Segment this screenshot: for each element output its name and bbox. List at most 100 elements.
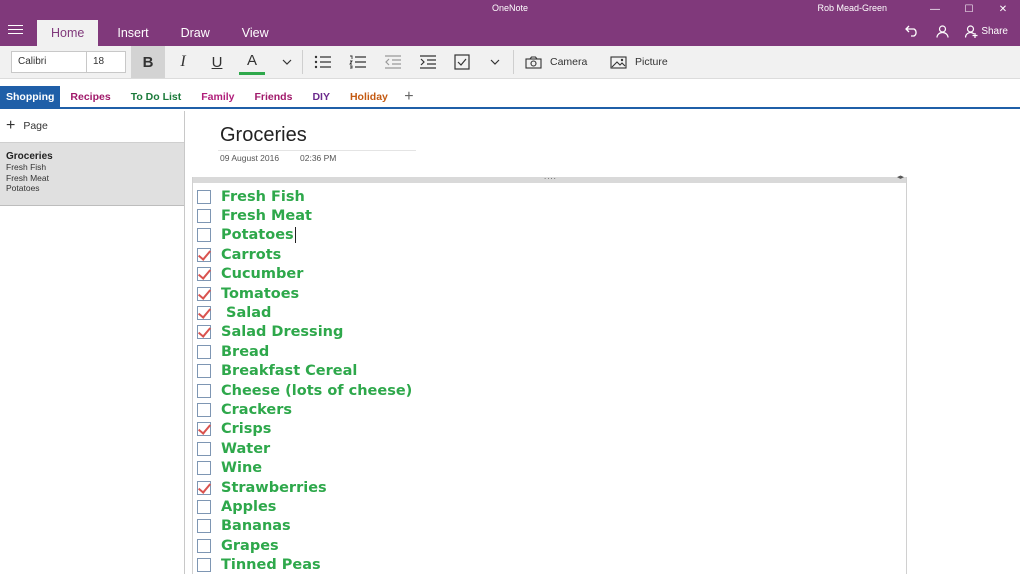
todo-item[interactable]: Potatoes (197, 226, 296, 245)
todo-item[interactable]: Cheese (lots of cheese) (197, 381, 412, 400)
todo-item[interactable]: Strawberries (197, 478, 327, 497)
checked-checkbox-icon[interactable] (197, 286, 211, 301)
text-format-dropdown[interactable] (276, 46, 298, 78)
todo-item[interactable]: Wine (197, 459, 262, 478)
tags-dropdown[interactable] (484, 46, 506, 78)
todo-item[interactable]: Salad (197, 303, 271, 322)
checked-checkbox-icon[interactable] (197, 247, 211, 262)
todo-item-text[interactable]: Breakfast Cereal (221, 363, 357, 379)
todo-item[interactable]: Crisps (197, 420, 271, 439)
camera-button[interactable]: Camera (525, 46, 587, 78)
todo-item[interactable]: Fresh Meat (197, 206, 312, 225)
bullet-list-button[interactable] (310, 46, 336, 78)
todo-item-text[interactable]: Bananas (221, 518, 291, 534)
checkbox-icon[interactable] (197, 344, 211, 359)
todo-item-text[interactable]: Fresh Fish (221, 189, 305, 205)
checked-checkbox-icon[interactable] (197, 480, 211, 495)
close-button[interactable]: ✕ (986, 0, 1020, 18)
todo-item[interactable]: Tomatoes (197, 284, 299, 303)
todo-item-text[interactable]: Bread (221, 344, 269, 360)
todo-item[interactable]: Salad Dressing (197, 323, 343, 342)
todo-item-text[interactable]: Salad Dressing (221, 324, 343, 340)
todo-item-text[interactable]: Wine (221, 460, 262, 476)
increase-indent-button[interactable] (415, 46, 441, 78)
todo-item-text[interactable]: Water (221, 441, 270, 457)
section-tab-recipes[interactable]: Recipes (60, 86, 120, 109)
todo-item-text[interactable]: Crackers (221, 402, 292, 418)
todo-item[interactable]: Water (197, 439, 270, 458)
checkbox-icon[interactable] (197, 364, 211, 379)
checkbox-icon[interactable] (197, 441, 211, 456)
todo-item[interactable]: Breakfast Cereal (197, 362, 357, 381)
todo-item[interactable]: Apples (197, 497, 276, 516)
tab-draw[interactable]: Draw (168, 20, 223, 46)
checkbox-icon[interactable] (197, 461, 211, 476)
todo-item-text[interactable]: Cheese (lots of cheese) (221, 383, 412, 399)
tab-home[interactable]: Home (37, 20, 99, 46)
font-size-field[interactable]: 18 (86, 51, 126, 73)
todo-item[interactable]: Cucumber (197, 265, 303, 284)
checked-checkbox-icon[interactable] (197, 422, 211, 437)
undo-icon[interactable] (905, 24, 919, 38)
section-tab-shopping[interactable]: Shopping (0, 86, 61, 109)
tab-insert[interactable]: Insert (104, 20, 161, 46)
person-icon[interactable] (935, 24, 949, 38)
todo-item-text[interactable]: Salad (221, 305, 271, 321)
bold-button[interactable]: B (131, 46, 165, 78)
underline-button[interactable]: U (204, 46, 230, 78)
todo-item-text[interactable]: Carrots (221, 247, 281, 263)
add-page-button[interactable]: + Page (6, 118, 48, 134)
section-tab-holiday[interactable]: Holiday (340, 86, 398, 109)
add-section-button[interactable]: + (398, 86, 420, 109)
note-container-handle[interactable]: .... ◂▸ (193, 172, 906, 183)
todo-item[interactable]: Bread (197, 342, 269, 361)
todo-item[interactable]: Crackers (197, 400, 292, 419)
checkbox-icon[interactable] (197, 209, 211, 224)
minimize-button[interactable]: — (918, 0, 952, 18)
checked-checkbox-icon[interactable] (197, 325, 211, 340)
todo-item-text[interactable]: Crisps (221, 421, 271, 437)
checkbox-icon[interactable] (197, 403, 211, 418)
checkbox-icon[interactable] (197, 538, 211, 553)
tab-view[interactable]: View (229, 20, 282, 46)
todo-item-text[interactable]: Tomatoes (221, 286, 299, 302)
picture-button[interactable]: Picture (610, 46, 668, 78)
page-title[interactable]: Groceries (220, 124, 307, 147)
todo-item[interactable]: Grapes (197, 536, 279, 555)
hamburger-menu-icon[interactable] (8, 25, 23, 36)
todo-item[interactable]: Fresh Fish (197, 187, 305, 206)
italic-button[interactable]: I (170, 46, 196, 78)
maximize-button[interactable]: ☐ (952, 0, 986, 18)
todo-item-text[interactable]: Fresh Meat (221, 208, 312, 224)
checkbox-icon[interactable] (197, 558, 211, 573)
resize-handle-icon[interactable]: ◂▸ (897, 173, 904, 181)
todo-item[interactable]: Bananas (197, 517, 291, 536)
section-tab-diy[interactable]: DIY (302, 86, 340, 109)
todo-item[interactable]: Carrots (197, 245, 281, 264)
checkbox-icon[interactable] (197, 189, 211, 204)
checkbox-icon[interactable] (197, 500, 211, 515)
todo-item-text[interactable]: Strawberries (221, 480, 327, 496)
todo-item[interactable]: Tinned Peas (197, 556, 321, 574)
font-color-button[interactable]: A (239, 49, 265, 75)
font-name-field[interactable]: Calibri (11, 51, 87, 73)
checkbox-icon[interactable] (197, 228, 211, 243)
note-container[interactable]: .... ◂▸ Fresh Fish Fresh Meat Potatoes Carr… (192, 172, 907, 574)
decrease-indent-button[interactable] (380, 46, 406, 78)
user-name[interactable]: Rob Mead-Green (817, 3, 887, 13)
section-tab-family[interactable]: Family (191, 86, 244, 109)
numbered-list-button[interactable] (345, 46, 371, 78)
todo-item-text[interactable]: Tinned Peas (221, 557, 321, 573)
page-list-item-groceries[interactable]: Groceries Fresh Fish Fresh Meat Potatoes (0, 142, 184, 206)
todo-item-text[interactable]: Apples (221, 499, 276, 515)
todo-item-text[interactable]: Grapes (221, 538, 279, 554)
todo-item-text[interactable]: Potatoes (221, 227, 294, 243)
todo-tag-button[interactable] (450, 46, 474, 78)
section-tab-to-do-list[interactable]: To Do List (121, 86, 192, 109)
share-button[interactable]: Share (965, 24, 1008, 38)
checked-checkbox-icon[interactable] (197, 306, 211, 321)
checkbox-icon[interactable] (197, 383, 211, 398)
checkbox-icon[interactable] (197, 519, 211, 534)
section-tab-friends[interactable]: Friends (245, 86, 303, 109)
todo-item-text[interactable]: Cucumber (221, 266, 303, 282)
